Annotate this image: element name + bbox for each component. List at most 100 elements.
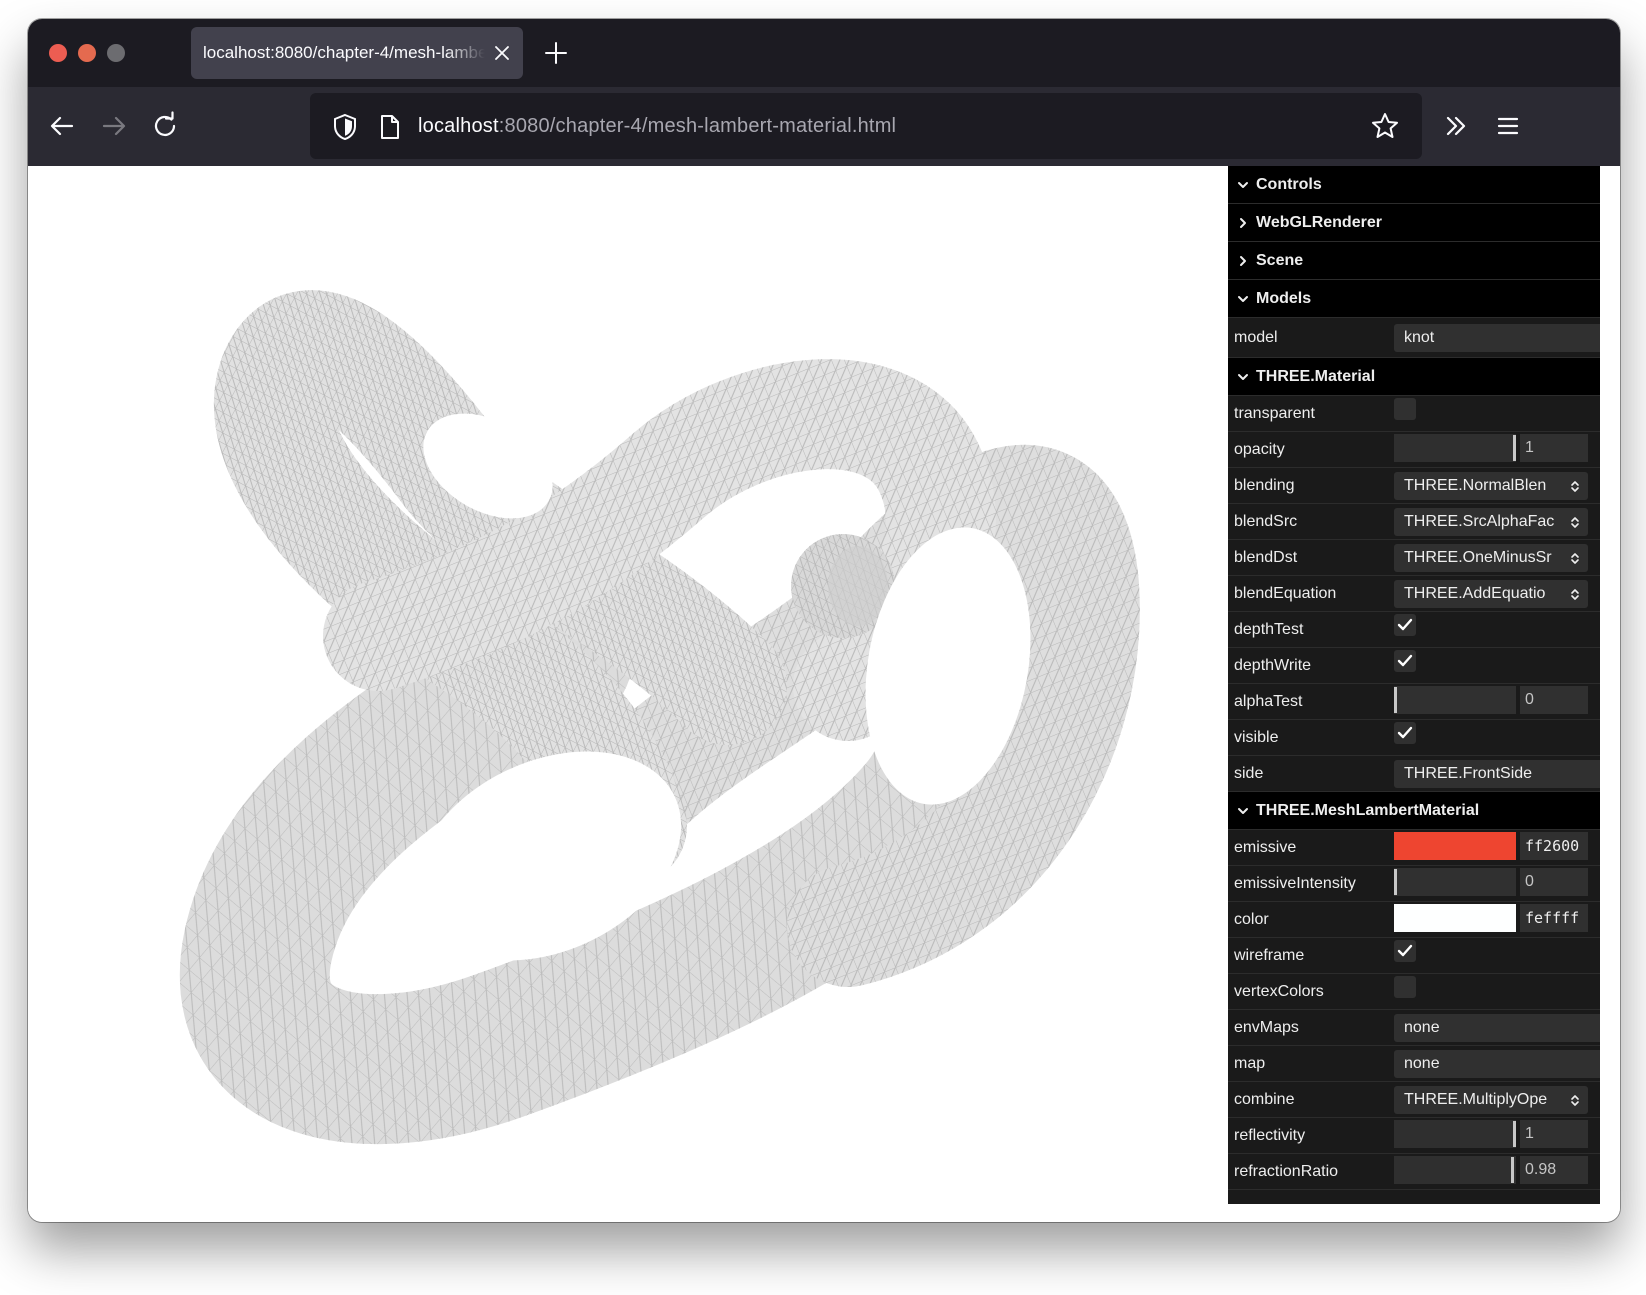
opacity-input[interactable]: 1 [1520, 434, 1588, 462]
chevron-down-icon [1238, 182, 1248, 188]
refractionratio-label: refractionRatio [1234, 1163, 1339, 1180]
visible-checkbox[interactable] [1394, 722, 1416, 744]
webgl-canvas-torus-knot[interactable] [28, 166, 1228, 1222]
hamburger-menu-icon[interactable] [1492, 110, 1524, 142]
combine-label: combine [1234, 1091, 1295, 1108]
row-model: model knot [1228, 318, 1600, 358]
dat-gui-panel: Controls WebGLRenderer Scene Models mode… [1228, 166, 1600, 1204]
map-select[interactable]: none [1394, 1050, 1600, 1078]
refractionratio-slider[interactable] [1394, 1156, 1516, 1184]
emissiveintensity-slider[interactable] [1394, 868, 1516, 896]
model-label: model [1234, 329, 1278, 346]
emissive-hex-input[interactable]: ff2600 [1520, 832, 1588, 860]
reflectivity-label: reflectivity [1234, 1127, 1306, 1144]
row-wireframe: wireframe [1228, 938, 1600, 974]
model-select[interactable]: knot [1394, 324, 1600, 352]
folder-models[interactable]: Models [1228, 280, 1600, 318]
new-tab-icon[interactable] [541, 38, 571, 68]
blenddst-select-value: THREE.OneMinusSr [1404, 549, 1552, 566]
bookmark-star-icon[interactable] [1370, 111, 1400, 141]
slider-knob[interactable] [1513, 1121, 1516, 1147]
reload-icon[interactable] [149, 110, 181, 142]
alphatest-input[interactable]: 0 [1520, 686, 1588, 714]
reflectivity-input[interactable]: 1 [1520, 1120, 1588, 1148]
url-host: localhost [418, 115, 499, 137]
blending-select[interactable]: THREE.NormalBlen [1394, 472, 1588, 500]
vertexcolors-checkbox[interactable] [1394, 976, 1416, 998]
folder-mesh-lambert-material[interactable]: THREE.MeshLambertMaterial [1228, 792, 1600, 830]
wireframe-checkbox[interactable] [1394, 940, 1416, 962]
address-bar[interactable]: localhost:8080/chapter-4/mesh-lambert-ma… [310, 93, 1422, 159]
checkmark-icon [1397, 618, 1413, 631]
row-emissiveintensity: emissiveIntensity 0 [1228, 866, 1600, 902]
minimize-window-button[interactable] [78, 44, 96, 62]
checkmark-icon [1397, 944, 1413, 957]
color-label: color [1234, 911, 1269, 928]
row-visible: visible [1228, 720, 1600, 756]
overflow-chevrons-icon[interactable] [1440, 110, 1472, 142]
select-updown-icon [1571, 481, 1579, 492]
browser-window: localhost:8080/chapter-4/mesh-lambert-ma… [28, 19, 1620, 1222]
emissiveintensity-label: emissiveIntensity [1234, 875, 1356, 892]
color-swatch[interactable] [1394, 904, 1516, 932]
slider-knob[interactable] [1511, 1157, 1514, 1183]
color-hex-input[interactable]: feffff [1520, 904, 1588, 932]
blendequation-select-value: THREE.AddEquatio [1404, 585, 1546, 602]
chevron-right-icon [1240, 218, 1246, 228]
folder-webglrenderer[interactable]: WebGLRenderer [1228, 204, 1600, 242]
row-blending: blending THREE.NormalBlen [1228, 468, 1600, 504]
close-tab-icon[interactable] [491, 42, 513, 64]
combine-select[interactable]: THREE.MultiplyOpe [1394, 1086, 1588, 1114]
folder-webglrenderer-label: WebGLRenderer [1256, 214, 1382, 231]
back-arrow-icon[interactable] [46, 110, 78, 142]
page-info-icon[interactable] [378, 113, 402, 141]
depthwrite-checkbox[interactable] [1394, 650, 1416, 672]
vertexcolors-label: vertexColors [1234, 983, 1324, 1000]
emissiveintensity-input[interactable]: 0 [1520, 868, 1588, 896]
map-label: map [1234, 1055, 1266, 1072]
slider-knob[interactable] [1394, 687, 1397, 713]
blendsrc-select-value: THREE.SrcAlphaFac [1404, 513, 1555, 530]
blenddst-select[interactable]: THREE.OneMinusSr [1394, 544, 1588, 572]
envmaps-label: envMaps [1234, 1019, 1299, 1036]
row-blenddst: blendDst THREE.OneMinusSr [1228, 540, 1600, 576]
side-select[interactable]: THREE.FrontSide [1394, 760, 1600, 788]
refractionratio-input[interactable]: 0.98 [1520, 1156, 1588, 1184]
forward-arrow-icon[interactable] [98, 110, 130, 142]
slider-knob[interactable] [1513, 435, 1516, 461]
chevron-down-icon [1238, 374, 1248, 380]
url-text[interactable]: localhost:8080/chapter-4/mesh-lambert-ma… [418, 93, 896, 159]
folder-scene-label: Scene [1256, 252, 1304, 269]
folder-controls-label: Controls [1256, 176, 1322, 193]
opacity-slider[interactable] [1394, 434, 1516, 462]
close-window-button[interactable] [49, 44, 67, 62]
tracking-protection-shield-icon[interactable] [332, 113, 358, 141]
alphatest-slider[interactable] [1394, 686, 1516, 714]
envmaps-select[interactable]: none [1394, 1014, 1600, 1042]
folder-scene[interactable]: Scene [1228, 242, 1600, 280]
emissive-color-swatch[interactable] [1394, 832, 1516, 860]
blendsrc-select[interactable]: THREE.SrcAlphaFac [1394, 508, 1588, 536]
depthtest-checkbox[interactable] [1394, 614, 1416, 636]
row-combine: combine THREE.MultiplyOpe [1228, 1082, 1600, 1118]
visible-label: visible [1234, 729, 1279, 746]
reflectivity-slider[interactable] [1394, 1120, 1516, 1148]
slider-knob[interactable] [1394, 869, 1397, 895]
checkmark-icon [1397, 654, 1413, 667]
select-updown-icon [1571, 553, 1579, 564]
row-refractionratio: refractionRatio 0.98 [1228, 1154, 1600, 1190]
row-emissive: emissive ff2600 [1228, 830, 1600, 866]
row-envmaps: envMaps none [1228, 1010, 1600, 1046]
chevron-down-icon [1238, 296, 1248, 302]
zoom-window-button[interactable] [107, 44, 125, 62]
blendequation-select[interactable]: THREE.AddEquatio [1394, 580, 1588, 608]
folder-three-material[interactable]: THREE.Material [1228, 358, 1600, 396]
folder-controls[interactable]: Controls [1228, 166, 1600, 204]
transparent-checkbox[interactable] [1394, 398, 1416, 420]
active-tab[interactable]: localhost:8080/chapter-4/mesh-lambert-ma… [191, 27, 523, 79]
row-reflectivity: reflectivity 1 [1228, 1118, 1600, 1154]
map-select-value: none [1404, 1055, 1440, 1072]
select-updown-icon [1571, 517, 1579, 528]
row-side: side THREE.FrontSide [1228, 756, 1600, 792]
row-depthtest: depthTest [1228, 612, 1600, 648]
